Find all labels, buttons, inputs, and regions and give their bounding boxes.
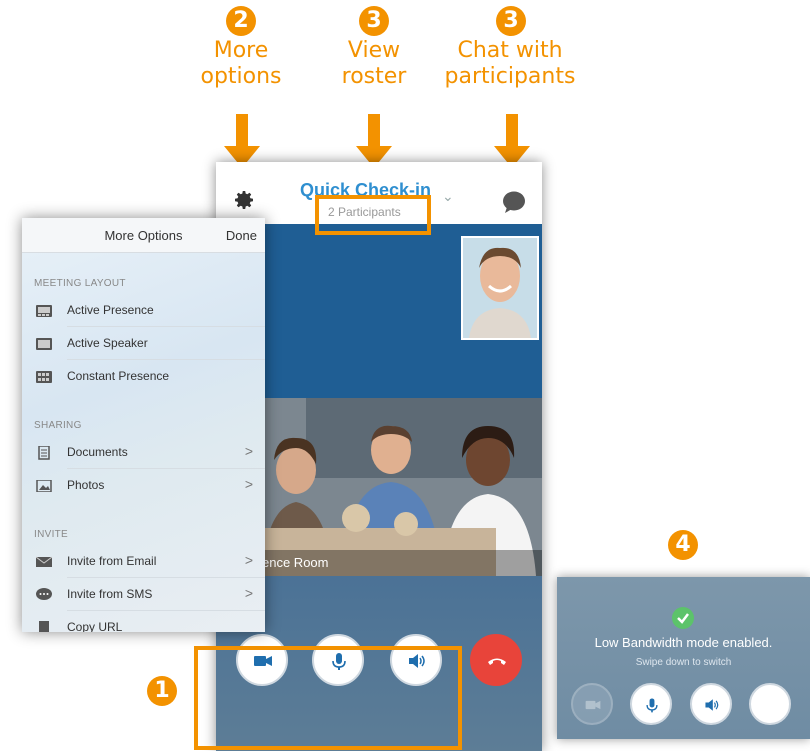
menu-item-label: Photos (67, 478, 105, 492)
callout-line: roster (341, 64, 407, 89)
menu-item-label: Invite from SMS (67, 587, 153, 601)
callout-more-options-label: More options (196, 38, 286, 90)
photo-icon (36, 479, 52, 493)
menu-item-active-presence[interactable]: Active Presence (22, 294, 265, 327)
chevron-right-icon: > (244, 585, 253, 601)
section-header: MEETING LAYOUT (34, 278, 126, 289)
end-call-button[interactable] (470, 634, 522, 686)
chevron-down-icon[interactable]: ⌄ (442, 188, 454, 205)
layout-icon (36, 304, 52, 317)
menu-item-photos[interactable]: Photos > (22, 469, 265, 502)
low-bandwidth-message: Low Bandwidth mode enabled. (594, 635, 773, 650)
controls-highlight-box (194, 646, 462, 750)
menu-item-copy-url[interactable]: Copy URL (22, 611, 265, 632)
menu-item-label: Copy URL (67, 620, 123, 632)
chat-icon[interactable] (502, 190, 526, 214)
chevron-right-icon: > (244, 443, 253, 459)
menu-item-documents[interactable]: Documents > (22, 436, 265, 469)
menu-item-label: Active Speaker (67, 336, 148, 350)
grid-icon (36, 370, 52, 383)
callout-line: Chat with (457, 38, 563, 63)
copy-icon (36, 621, 52, 632)
envelope-icon (35, 555, 53, 567)
more-options-header: More Options Done (22, 218, 265, 253)
callout-view-roster-label: View roster (329, 38, 419, 90)
sms-icon (36, 588, 52, 600)
gear-icon[interactable] (232, 188, 256, 212)
low-bandwidth-hint: Swipe down to switch (635, 657, 732, 668)
section-header: INVITE (34, 529, 69, 540)
callout-line: participants (444, 64, 576, 89)
callout-badge-controls: 1 (147, 676, 177, 706)
menu-item-constant-presence[interactable]: Constant Presence (22, 360, 265, 393)
chevron-right-icon: > (244, 476, 253, 492)
callout-badge-chat: 3 (496, 6, 526, 36)
menu-item-label: Invite from Email (67, 554, 157, 568)
speaker-button[interactable] (690, 683, 732, 725)
done-button[interactable]: Done (226, 228, 257, 243)
section-header: SHARING (34, 420, 82, 431)
menu-item-label: Active Presence (67, 303, 154, 317)
end-call-button[interactable] (749, 683, 791, 725)
more-options-panel: More Options Done MEETING LAYOUT Active … (22, 218, 265, 632)
self-view-video[interactable] (461, 236, 539, 340)
callout-line: options (200, 64, 282, 89)
callout-badge-view-roster: 3 (359, 6, 389, 36)
low-bandwidth-panel: Low Bandwidth mode enabled. Swipe down t… (557, 577, 810, 739)
menu-item-label: Constant Presence (67, 369, 170, 383)
layout-icon (36, 337, 52, 350)
check-icon (672, 607, 694, 629)
chevron-right-icon: > (244, 552, 253, 568)
menu-item-label: Documents (67, 445, 128, 459)
callout-line: View (347, 38, 401, 63)
video-toggle-button-disabled[interactable] (571, 683, 613, 725)
document-icon (36, 445, 52, 460)
callout-badge-more-options: 2 (226, 6, 256, 36)
menu-item-active-speaker[interactable]: Active Speaker (22, 327, 265, 360)
roster-highlight-box (315, 195, 431, 235)
callout-chat-label: Chat with participants (440, 38, 580, 90)
mute-button[interactable] (630, 683, 672, 725)
callout-line: More (213, 38, 269, 63)
menu-item-invite-email[interactable]: Invite from Email > (22, 545, 265, 578)
menu-item-invite-sms[interactable]: Invite from SMS > (22, 578, 265, 611)
callout-badge-low-bandwidth: 4 (668, 530, 698, 560)
